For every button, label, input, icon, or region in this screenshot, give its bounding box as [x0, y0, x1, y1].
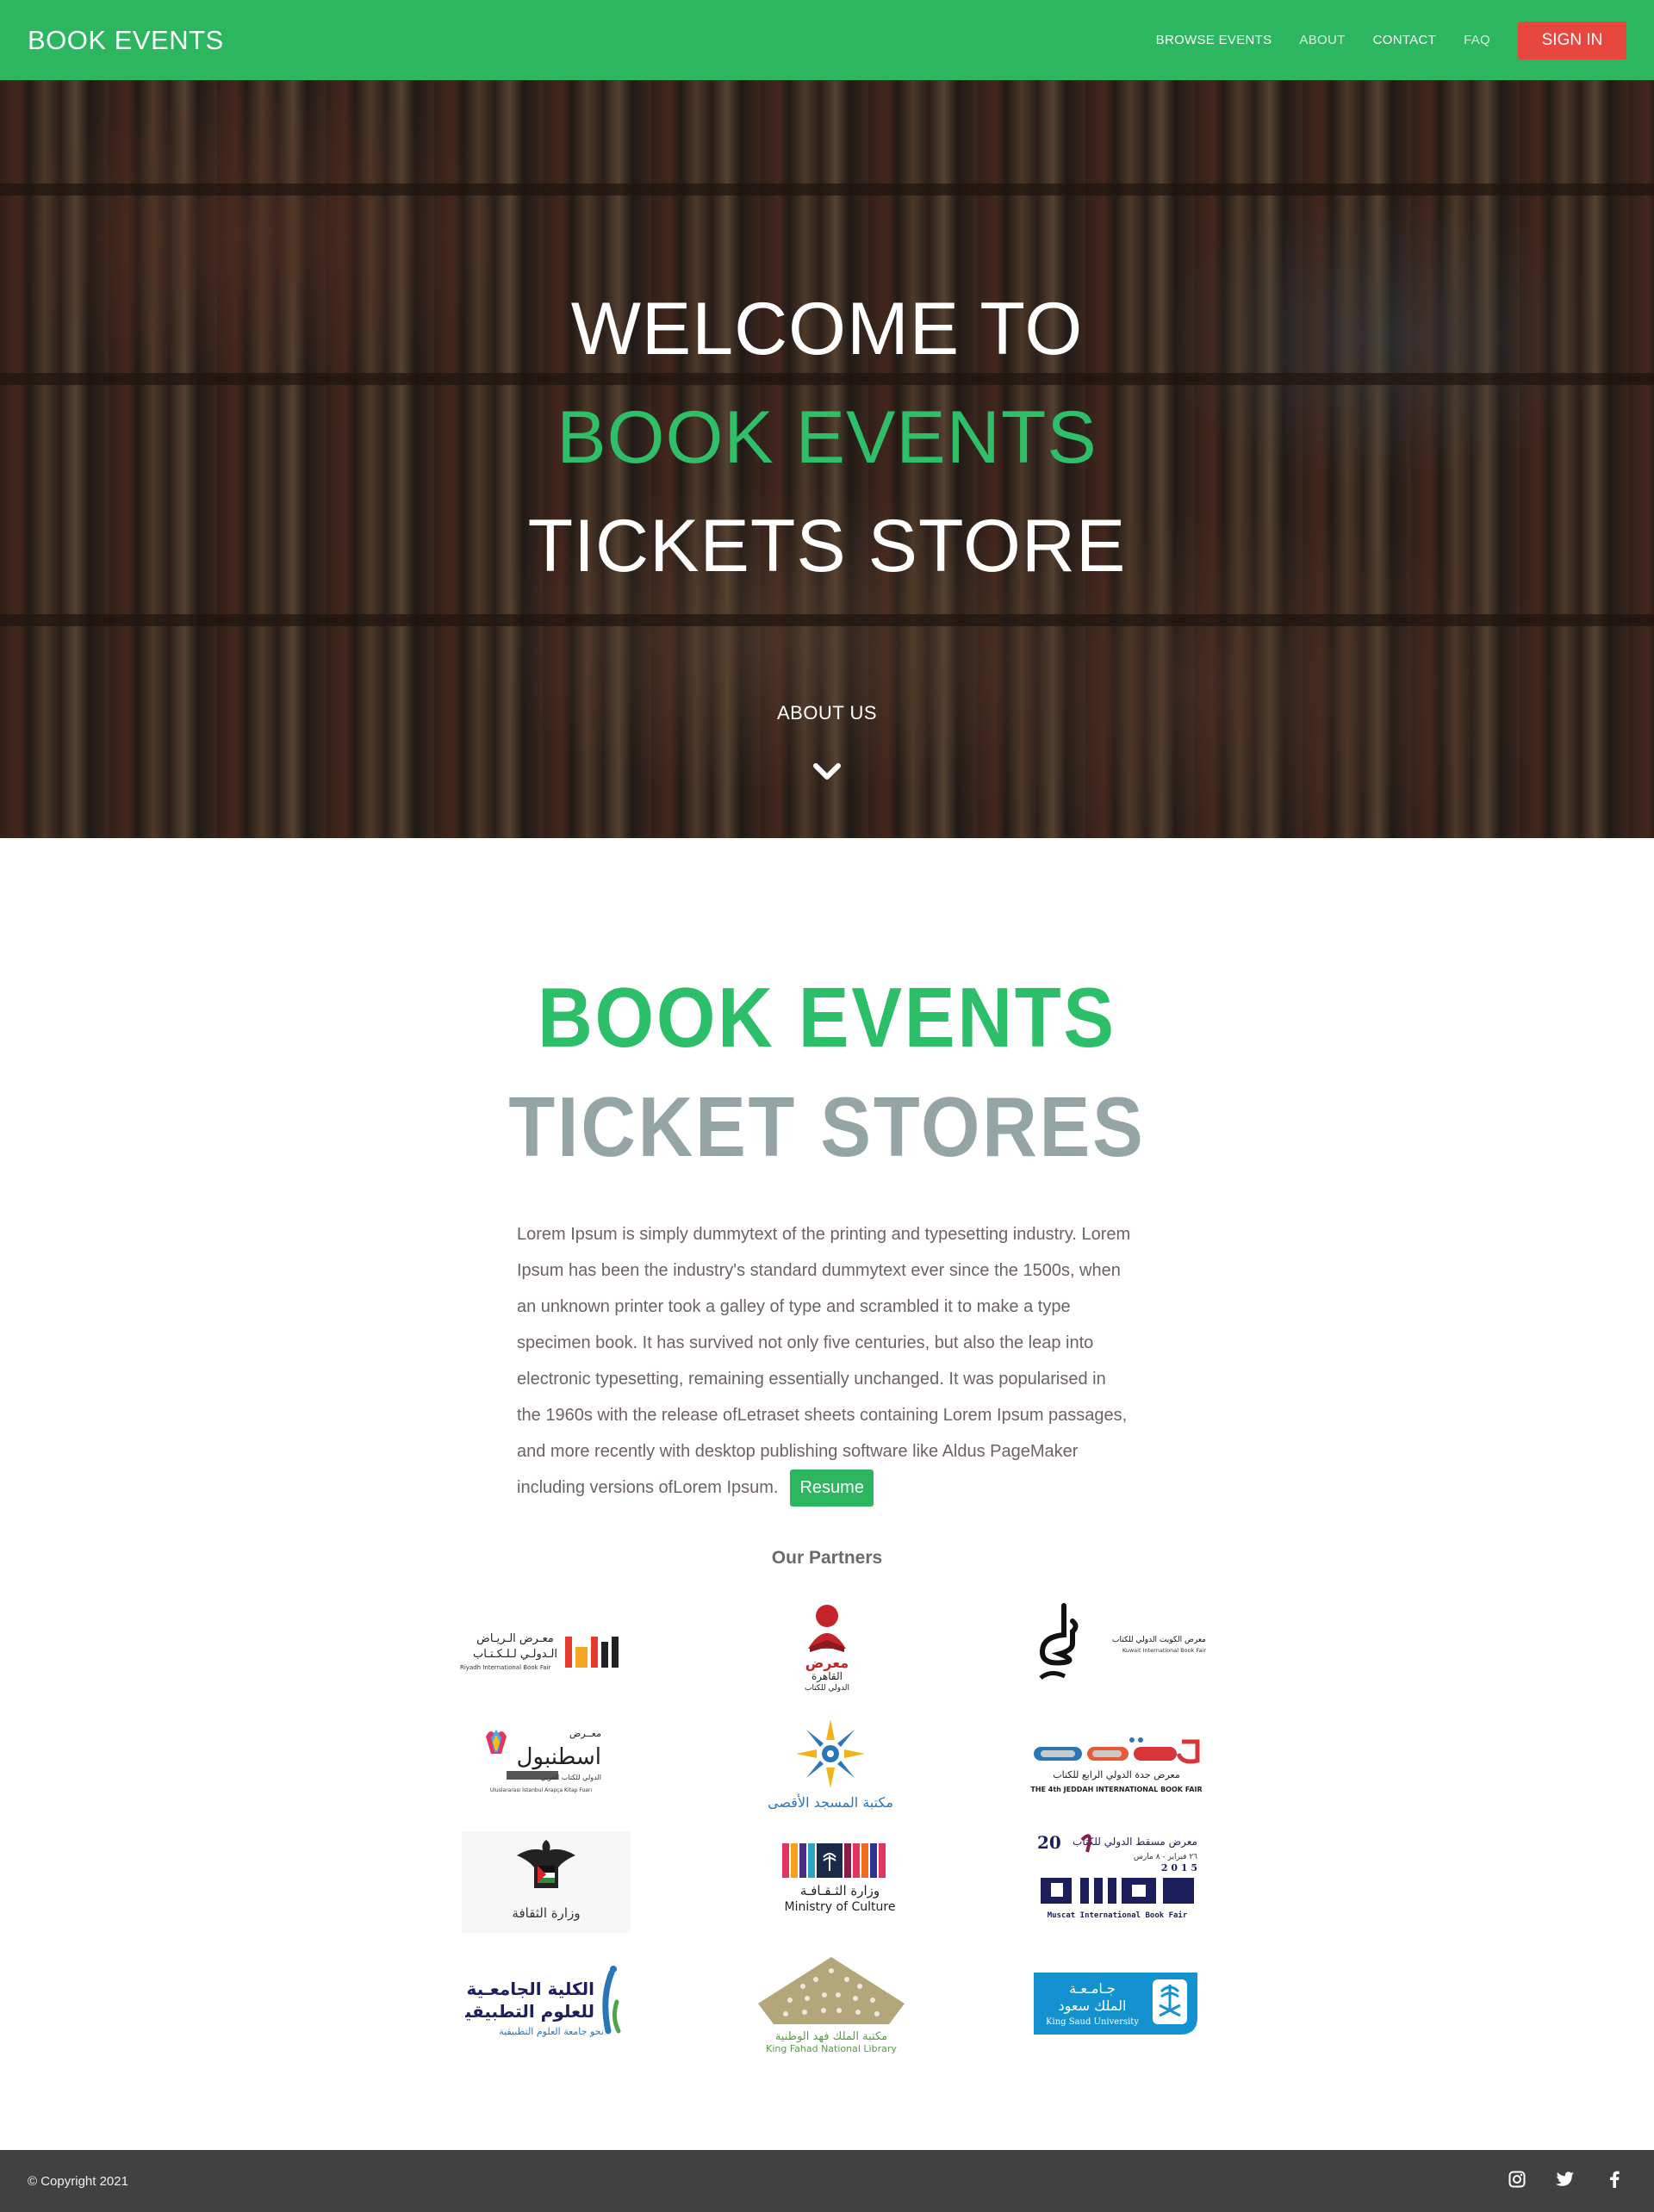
intro-title-book-events: BOOK EVENTS [538, 970, 1116, 1065]
jeddah-ar-label: معرض جدة الدولي الرابع للكتاب [1053, 1769, 1180, 1780]
jeddah-book-fair-logo: معرض جدة الدولي الرابع للكتاب THE 4th JE… [1030, 1737, 1203, 1793]
ministry-en-label: Ministry of Culture [785, 1900, 896, 1914]
muscat-en-label: Muscat International Book Fair [1048, 1911, 1188, 1920]
kfnl-en-label: King Fahad National Library [766, 2043, 897, 2054]
muscat-date-label: ٢٦ فبراير - ٨ مارس [1134, 1853, 1197, 1861]
ksu-en-label: King Saud University [1046, 2017, 1139, 2027]
college-ar-line-3: نحو جامعة العلوم التطبيقية [499, 2026, 604, 2037]
aqsa-ar-label: مكتبة المسجد الأقصى [768, 1793, 893, 1811]
navbar: BOOK EVENTS BROWSE EVENTS ABOUT CONTACT … [0, 0, 1654, 80]
applied-sciences-college-logo: الكلية الجامعـية للعلوم التطبيقية نحو جا… [465, 1966, 621, 2037]
muscat-book-fair-logo: 20 معرض مسقط الدولي للكتاب ٢٦ فبراير - ٨… [1037, 1832, 1197, 1920]
cairo-ar-line-2: القاهرة [811, 1670, 843, 1683]
istanbul-ar-label-2: اسطنبول [517, 1744, 601, 1770]
nav-contact[interactable]: CONTACT [1373, 33, 1436, 47]
brand-logo[interactable]: BOOK EVENTS [28, 25, 224, 56]
partner-logo-jeddah[interactable]: معرض جدة الدولي الرابع للكتاب THE 4th JE… [1030, 1735, 1203, 1802]
college-ar-line-1: الكلية الجامعـية [466, 1979, 594, 1999]
istanbul-ar-label-1: معــرض [569, 1728, 601, 1739]
cairo-ar-line-3: الدولي للكتاب [805, 1684, 849, 1693]
istanbul-ar-label-3: الدولي للكتاب العربي [540, 1774, 601, 1781]
muscat-ar-label: معرض مسقط الدولي للكتاب [1073, 1836, 1197, 1849]
footer: © Copyright 2021 [0, 2150, 1654, 2212]
partner-logo-aqsa[interactable]: مكتبة المسجد الأقصى [758, 1714, 903, 1816]
ministry-ar-label: وزارة الثـقـافـة [800, 1883, 880, 1898]
partner-logo-kfnl[interactable]: مكتبة الملك فهد الوطنية King Fahad Natio… [751, 1952, 911, 2055]
istanbul-tr-label: Uluslararası İstanbul Arapça Kitap Fuarı [490, 1787, 593, 1793]
resume-button[interactable]: Resume [790, 1469, 874, 1507]
hero-title-line-1: WELCOME TO [570, 288, 1084, 370]
nav-faq[interactable]: FAQ [1464, 33, 1490, 47]
sign-in-button[interactable]: SIGN IN [1518, 21, 1626, 59]
nav-links: BROWSE EVENTS ABOUT CONTACT FAQ SIGN IN [1129, 21, 1626, 59]
ksu-ar-line-2: الملك سعود [1059, 1998, 1127, 2015]
partner-logo-cairo[interactable]: معرض القاهرة الدولي للكتاب [784, 1599, 870, 1693]
partners-title: Our Partners [771, 1548, 883, 1568]
hero-title-line-3: TICKETS STORE [527, 505, 1127, 587]
istanbul-book-fair-logo: معــرض اسطنبول الدولي للكتاب العربي Ulus… [486, 1728, 601, 1793]
kfnl-logo: مكتبة الملك فهد الوطنية King Fahad Natio… [758, 1957, 905, 2054]
partner-logo-muscat[interactable]: 20 معرض مسقط الدولي للكتاب ٢٦ فبراير - ٨… [1025, 1828, 1209, 1929]
partner-logo-istanbul[interactable]: معــرض اسطنبول الدولي للكتاب العربي Ulus… [481, 1719, 610, 1805]
ksu-ar-line-1: جـامـعـة [1069, 1980, 1116, 1997]
cairo-book-fair-logo: معرض القاهرة الدولي للكتاب [805, 1605, 849, 1693]
jeddah-en-label: THE 4th JEDDAH INTERNATIONAL BOOK FAIR [1030, 1786, 1202, 1793]
palestine-culture-logo: وزارة الثقافة [462, 1831, 631, 1933]
partner-logo-kuwait[interactable]: معرض الكويت الدولي للكتاب Kuwait Interna… [1025, 1600, 1208, 1687]
partner-logo-riyadh[interactable]: معـرض الـريـاض الـدولـي لـلـكـتـاب Riyad… [455, 1619, 637, 1680]
riyadh-ar-line-2: الـدولـي لـلـكـتـاب [473, 1648, 557, 1661]
muscat-year-prefix: 20 [1037, 1832, 1061, 1853]
intro-title-ticket-stores: TICKET STORES [508, 1079, 1146, 1174]
hero-title-line-2: BOOK EVENTS [557, 396, 1097, 479]
partner-logo-ksu[interactable]: جـامـعـة الملك سعود King Saud University [1032, 1971, 1199, 2036]
twitter-icon[interactable] [1555, 2169, 1576, 2190]
kuwait-ar-label: معرض الكويت الدولي للكتاب [1112, 1636, 1206, 1644]
ministry-of-culture-logo: وزارة الثـقـافـة Ministry of Culture [782, 1843, 896, 1914]
intro-text: Lorem Ipsum is simply dummytext of the p… [517, 1225, 1131, 1497]
aqsa-library-logo: مكتبة المسجد الأقصى [768, 1719, 893, 1811]
intro-paragraph: Lorem Ipsum is simply dummytext of the p… [517, 1216, 1133, 1507]
partner-logo-ministry-of-culture[interactable]: وزارة الثـقـافـة Ministry of Culture [775, 1842, 905, 1921]
kfnl-ar-label: مكتبة الملك فهد الوطنية [775, 2030, 887, 2043]
kuwait-book-fair-logo: معرض الكويت الدولي للكتاب Kuwait Interna… [1039, 1603, 1207, 1681]
chevron-down-icon[interactable] [813, 762, 841, 783]
riyadh-ar-line-1: معـرض الـريـاض [476, 1632, 554, 1645]
riyadh-en-label: Riyadh International Book Fair [460, 1664, 551, 1671]
kuwait-en-label: Kuwait International Book Fair [1122, 1647, 1207, 1654]
riyadh-book-fair-logo: معـرض الـريـاض الـدولـي لـلـكـتـاب Riyad… [460, 1632, 619, 1671]
partner-logo-palestine-culture[interactable]: وزارة الثقافة [462, 1831, 631, 1933]
copyright-text: © Copyright 2021 [28, 2174, 128, 2189]
college-ar-line-2: للعلوم التطبيقية [465, 2001, 594, 2022]
muscat-year-vertical: 2 0 1 5 [1161, 1862, 1197, 1873]
nav-about[interactable]: ABOUT [1299, 33, 1345, 47]
hero-content: WELCOME TO BOOK EVENTS TICKETS STORE ABO… [0, 80, 1654, 838]
partner-logo-applied-sciences-college[interactable]: الكلية الجامعـية للعلوم التطبيقية نحو جا… [465, 1964, 625, 2041]
facebook-icon[interactable] [1604, 2169, 1625, 2190]
instagram-icon[interactable] [1507, 2169, 1527, 2190]
nav-browse-events[interactable]: BROWSE EVENTS [1156, 33, 1272, 47]
palestine-culture-ar-label: وزارة الثقافة [512, 1905, 580, 1921]
about-us-link[interactable]: ABOUT US [0, 702, 1654, 724]
cairo-ar-line-1: معرض [805, 1655, 849, 1671]
king-saud-university-logo: جـامـعـة الملك سعود King Saud University [1034, 1973, 1197, 2035]
hero-banner: WELCOME TO BOOK EVENTS TICKETS STORE ABO… [0, 80, 1654, 838]
